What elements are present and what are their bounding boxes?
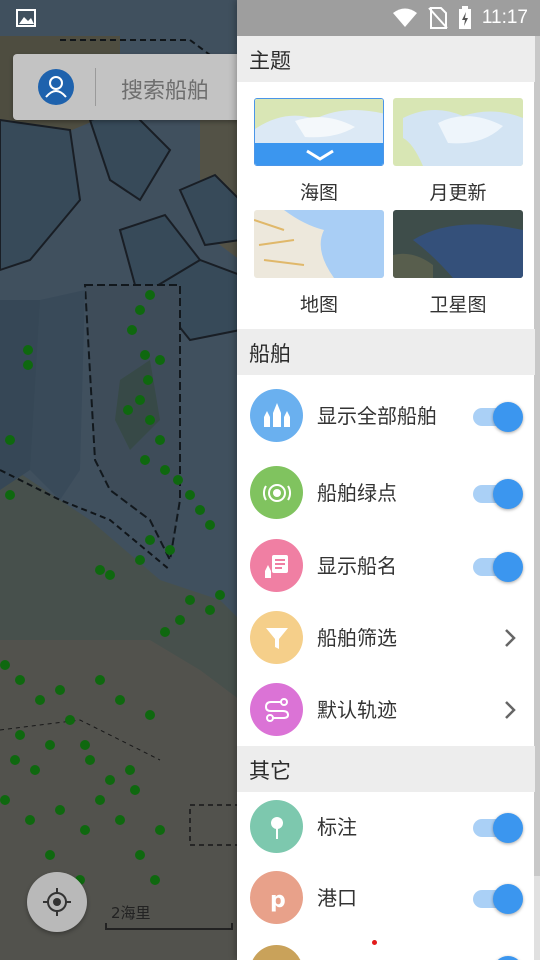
- image-icon: [16, 9, 36, 27]
- row-partial[interactable]: [237, 936, 535, 960]
- theme-label: 卫星图: [429, 294, 487, 316]
- chevron-right-icon: [505, 629, 516, 647]
- row-label: 显示全部船舶: [317, 404, 437, 428]
- port-icon: p: [250, 871, 303, 924]
- row-label: 显示船名: [317, 554, 397, 578]
- crosshair-icon: [43, 888, 71, 916]
- ships-icon: [250, 389, 303, 442]
- row-label: 标注: [317, 815, 357, 839]
- indicator-dot: [372, 940, 377, 945]
- row-default-track[interactable]: 默认轨迹: [237, 674, 535, 746]
- row-label: 船舶绿点: [317, 481, 397, 505]
- locate-button[interactable]: [27, 872, 87, 932]
- wifi-icon: [392, 8, 417, 27]
- theme-label: 海图: [299, 182, 338, 204]
- section-title: 其它: [249, 759, 291, 783]
- row-ship-green-dots[interactable]: 船舶绿点: [237, 457, 535, 529]
- track-icon: [250, 683, 303, 736]
- scale-label: 2海里: [111, 904, 151, 922]
- section-title: 主题: [249, 49, 291, 73]
- battery-charging-icon: [458, 6, 471, 29]
- scale-line: [105, 923, 233, 930]
- row-ship-filter[interactable]: 船舶筛选: [237, 602, 535, 674]
- search-bar[interactable]: 搜索船舶: [13, 54, 273, 120]
- monthly-thumbnail: [393, 98, 523, 166]
- user-icon[interactable]: [38, 69, 74, 105]
- theme-option-satellite[interactable]: 卫星图: [393, 210, 523, 317]
- ship-name-icon: [250, 539, 303, 592]
- section-header-other: 其它: [237, 746, 535, 792]
- settings-drawer: 主题 海图 月更新 地图 卫星图 船舶 显示全部船舶 船舶绿点 显示船名 船舶筛…: [237, 0, 540, 960]
- row-label: 港口: [317, 886, 357, 910]
- search-placeholder[interactable]: 搜索船舶: [121, 73, 209, 105]
- radar-icon: [250, 466, 303, 519]
- svg-text:p: p: [270, 888, 286, 913]
- search-divider: [95, 68, 96, 106]
- theme-label: 月更新: [429, 182, 487, 204]
- clock: 11:17: [481, 7, 528, 28]
- row-label: 默认轨迹: [317, 698, 397, 722]
- theme-option-chart[interactable]: 海图: [254, 98, 384, 205]
- theme-option-map[interactable]: 地图: [254, 210, 384, 317]
- row-label: 船舶筛选: [317, 626, 397, 650]
- toggle-switch[interactable]: [471, 400, 523, 432]
- chart-thumbnail: [254, 98, 384, 166]
- toggle-switch[interactable]: [471, 477, 523, 509]
- row-show-ship-names[interactable]: 显示船名: [237, 530, 535, 602]
- no-sim-icon: [428, 7, 448, 29]
- toggle-switch[interactable]: [471, 882, 523, 914]
- scale-bar: 2海里: [105, 900, 233, 932]
- theme-label: 地图: [299, 294, 338, 316]
- row-show-all-ships[interactable]: 显示全部船舶: [237, 380, 535, 452]
- theme-option-monthly[interactable]: 月更新: [393, 98, 523, 205]
- satellite-thumbnail: [393, 210, 523, 278]
- map-thumbnail: [254, 210, 384, 278]
- row-ports[interactable]: p 港口: [237, 862, 535, 934]
- toggle-switch[interactable]: [471, 811, 523, 843]
- row-annotations[interactable]: 标注: [237, 791, 535, 863]
- toggle-switch[interactable]: [471, 954, 523, 960]
- pin-icon: [250, 800, 303, 853]
- filter-icon: [250, 611, 303, 664]
- section-header-theme: 主题: [237, 36, 535, 82]
- row-icon: [250, 945, 303, 960]
- section-title: 船舶: [249, 342, 291, 366]
- chevron-right-icon: [505, 701, 516, 719]
- section-header-ships: 船舶: [237, 329, 535, 375]
- toggle-switch[interactable]: [471, 550, 523, 582]
- status-bar: 11:17: [0, 0, 540, 36]
